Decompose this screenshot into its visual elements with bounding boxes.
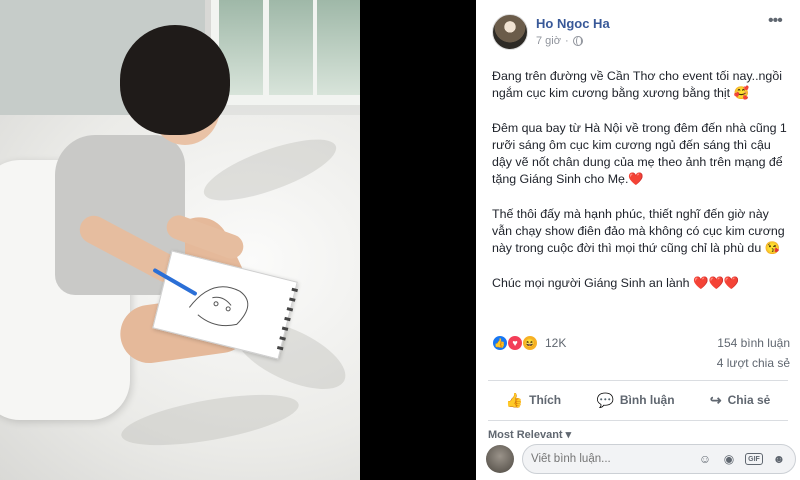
- author-avatar[interactable]: [492, 14, 528, 50]
- post-paragraph: Đang trên đường về Cần Thơ cho event tối…: [492, 69, 782, 100]
- post-panel: Ho Ngoc Ha 7 giờ · ••• Đang trên đường v…: [476, 0, 800, 480]
- post-paragraph: Chúc mọi người Giáng Sinh an lành ❤️❤️❤️: [492, 276, 740, 290]
- reactions-summary[interactable]: 👍 ♥ 😆 12K: [492, 335, 566, 351]
- post-text: Đang trên đường về Cần Thơ cho event tối…: [492, 68, 792, 310]
- camera-icon[interactable]: ◉: [721, 451, 737, 467]
- share-count[interactable]: 4 lượt chia sẻ: [717, 356, 790, 370]
- sticker-icon[interactable]: ☻: [771, 451, 787, 467]
- comment-count[interactable]: 154 bình luận: [717, 336, 790, 350]
- more-horizontal-icon[interactable]: •••: [768, 12, 783, 30]
- author-name[interactable]: Ho Ngoc Ha: [536, 16, 610, 31]
- comment-box[interactable]: ☺ ◉ GIF ☻: [522, 444, 796, 474]
- heart-emoji: ❤️❤️❤️: [693, 276, 740, 290]
- speech-bubble-icon: 💬: [596, 391, 614, 408]
- heart-emoji: ❤️: [628, 172, 644, 186]
- comment-sort-dropdown[interactable]: Most Relevant ▾: [488, 428, 571, 441]
- viewer-avatar: [486, 445, 514, 473]
- pencil-sketch: [188, 286, 249, 327]
- reaction-count: 12K: [545, 336, 567, 350]
- thumbs-up-icon: 👍: [505, 391, 524, 408]
- post-paragraph: Đêm qua bay từ Hà Nội về trong đêm đến n…: [492, 121, 787, 186]
- comment-button[interactable]: 💬 Bình luận: [596, 392, 674, 409]
- post-photo[interactable]: [0, 0, 360, 480]
- post-paragraph: Thế thôi đấy mà hạnh phúc, thiết nghĩ đế…: [492, 207, 785, 255]
- divider: [488, 380, 788, 381]
- comment-input[interactable]: [531, 453, 689, 465]
- love-reaction-icon: ♥: [507, 335, 523, 351]
- share-arrow-icon: ↪: [709, 391, 722, 408]
- smiley-icon[interactable]: ☺: [697, 451, 713, 467]
- child-hair: [120, 25, 230, 135]
- post-header: Ho Ngoc Ha 7 giờ · •••: [476, 0, 800, 60]
- post-time[interactable]: 7 giờ: [536, 35, 561, 47]
- post-meta: 7 giờ ·: [536, 35, 583, 47]
- like-reaction-icon: 👍: [492, 335, 508, 351]
- haha-reaction-icon: 😆: [522, 335, 538, 351]
- action-bar: 👍 Thích 💬 Bình luận ↪ Chia sẻ: [488, 384, 788, 416]
- share-button[interactable]: ↪ Chia sẻ: [710, 392, 770, 409]
- divider: [488, 420, 788, 421]
- gif-icon[interactable]: GIF: [745, 453, 763, 465]
- like-button[interactable]: 👍 Thích: [506, 392, 561, 409]
- comment-composer: ☺ ◉ GIF ☻: [486, 442, 796, 476]
- photo-lightbox: Ho Ngoc Ha 7 giờ · ••• Đang trên đường v…: [0, 0, 800, 480]
- globe-icon[interactable]: [572, 36, 583, 46]
